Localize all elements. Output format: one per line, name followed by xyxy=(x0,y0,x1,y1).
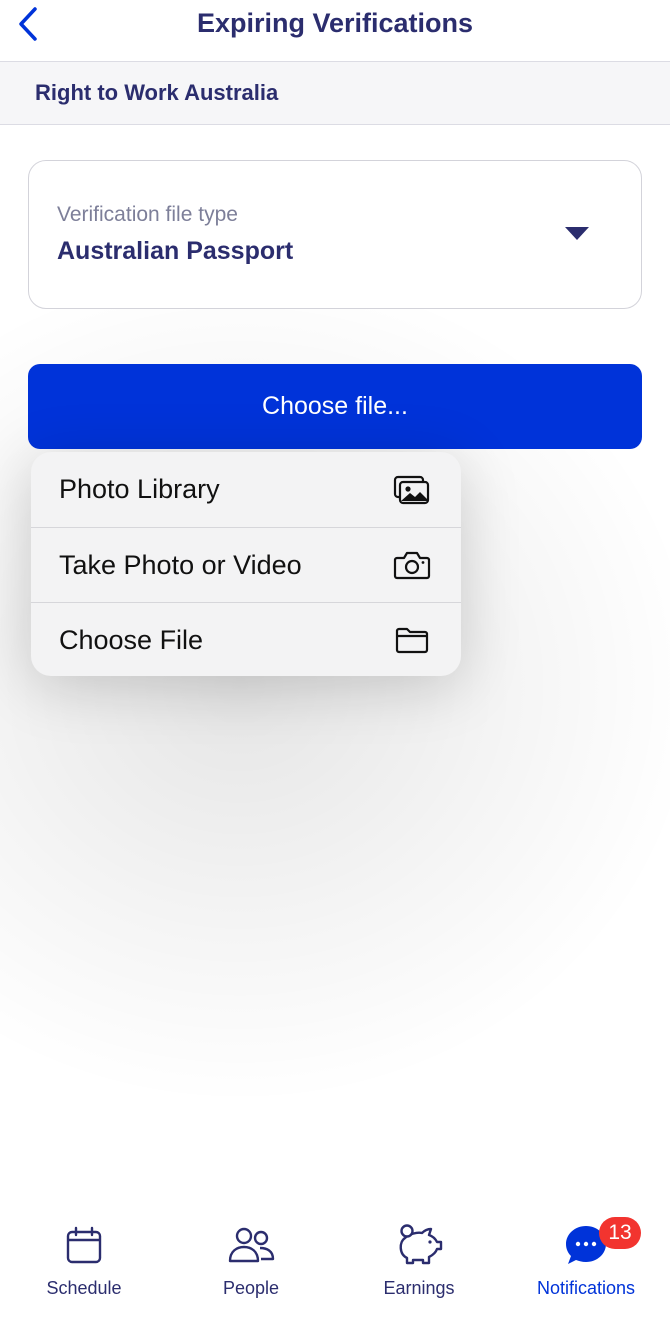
tab-label: Notifications xyxy=(536,1278,636,1298)
tab-label: People xyxy=(222,1278,280,1298)
select-value: Australian Passport xyxy=(57,237,294,265)
tab-label: Schedule xyxy=(46,1278,122,1298)
tab-earnings[interactable]: Earnings xyxy=(339,1223,499,1303)
menu-item-photo-library[interactable]: Photo Library xyxy=(31,452,461,527)
tab-label: Earnings xyxy=(383,1278,455,1298)
caret-down-icon xyxy=(565,227,589,240)
calendar-icon xyxy=(60,1223,108,1267)
section-header: Right to Work Australia xyxy=(0,62,670,125)
select-label: Verification file type xyxy=(57,203,238,226)
notification-count-badge: 13 xyxy=(599,1217,641,1249)
tab-schedule[interactable]: Schedule xyxy=(4,1223,164,1303)
verification-file-type-select[interactable]: Verification file type Australian Passpo… xyxy=(28,160,642,309)
menu-item-label: Choose File xyxy=(59,624,204,655)
page-title: Expiring Verifications xyxy=(196,8,474,38)
tab-people[interactable]: People xyxy=(171,1223,331,1303)
camera-icon xyxy=(393,549,431,581)
piggy-bank-icon xyxy=(395,1223,443,1267)
section-label: Right to Work Australia xyxy=(35,80,279,105)
folder-icon xyxy=(393,624,431,656)
bottom-tab-bar: Schedule People Earnings 13 Notification… xyxy=(0,1205,670,1323)
people-icon xyxy=(227,1223,275,1267)
file-source-menu: Photo Library Take Photo or Video Choose… xyxy=(31,452,461,676)
menu-item-choose-file[interactable]: Choose File xyxy=(31,602,461,676)
top-navigation-bar: Expiring Verifications xyxy=(0,0,670,62)
menu-item-take-photo[interactable]: Take Photo or Video xyxy=(31,527,461,602)
choose-file-button[interactable]: Choose file... xyxy=(28,364,642,449)
tab-notifications[interactable]: 13 Notifications xyxy=(506,1217,666,1303)
photo-library-icon xyxy=(393,474,431,506)
menu-item-label: Photo Library xyxy=(59,474,220,504)
menu-item-label: Take Photo or Video xyxy=(59,549,302,580)
